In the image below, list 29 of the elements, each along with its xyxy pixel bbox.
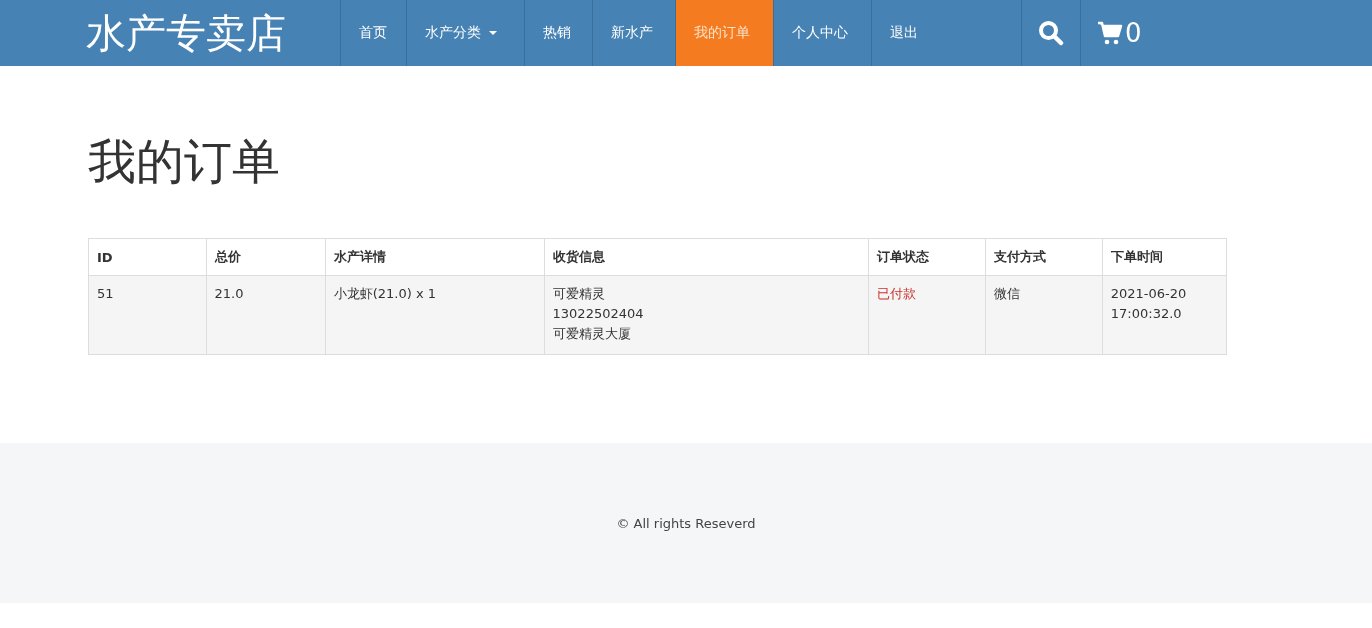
column-header: 订单状态 — [868, 238, 986, 276]
nav-link[interactable]: 首页 — [340, 0, 406, 66]
cart-icon — [1097, 20, 1123, 46]
copyright-text: © All rights Reseverd — [616, 515, 756, 531]
nav-link[interactable]: 我的订单 — [675, 0, 773, 66]
cell-text: 13022502404 — [552, 305, 645, 323]
brand-title: 水产专卖店 — [86, 8, 287, 58]
nav-link[interactable]: 退出 — [871, 0, 1021, 66]
cell-text: 17:00:32.0 — [1110, 305, 1183, 323]
column-header: 收货信息 — [544, 238, 869, 276]
nav-link[interactable]: 水产分类 — [406, 0, 524, 66]
column-header: 总价 — [206, 238, 326, 276]
cell-text: 可爱精灵大厦 — [552, 325, 632, 343]
cell-text: 微信 — [993, 285, 1021, 303]
cell-text: 21.0 — [214, 285, 245, 303]
column-header: 支付方式 — [985, 238, 1103, 276]
cell-text: 2021-06-20 — [1110, 285, 1188, 303]
nav-link[interactable]: 热销 — [524, 0, 592, 66]
cart-button[interactable]: 0 — [1080, 0, 1158, 66]
column-header: 下单时间 — [1102, 238, 1227, 276]
search-icon — [1038, 20, 1064, 46]
column-header: 水产详情 — [325, 238, 545, 276]
status-text: 已付款 — [876, 285, 917, 303]
cell-text: 51 — [97, 285, 115, 303]
column-header: ID — [88, 238, 206, 276]
cell-text: 可爱精灵 — [552, 285, 606, 303]
page-heading: 我的订单 — [88, 132, 281, 191]
nav-link[interactable]: 个人中心 — [773, 0, 871, 66]
cell-text: 小龙虾(21.0) x 1 — [333, 285, 438, 303]
